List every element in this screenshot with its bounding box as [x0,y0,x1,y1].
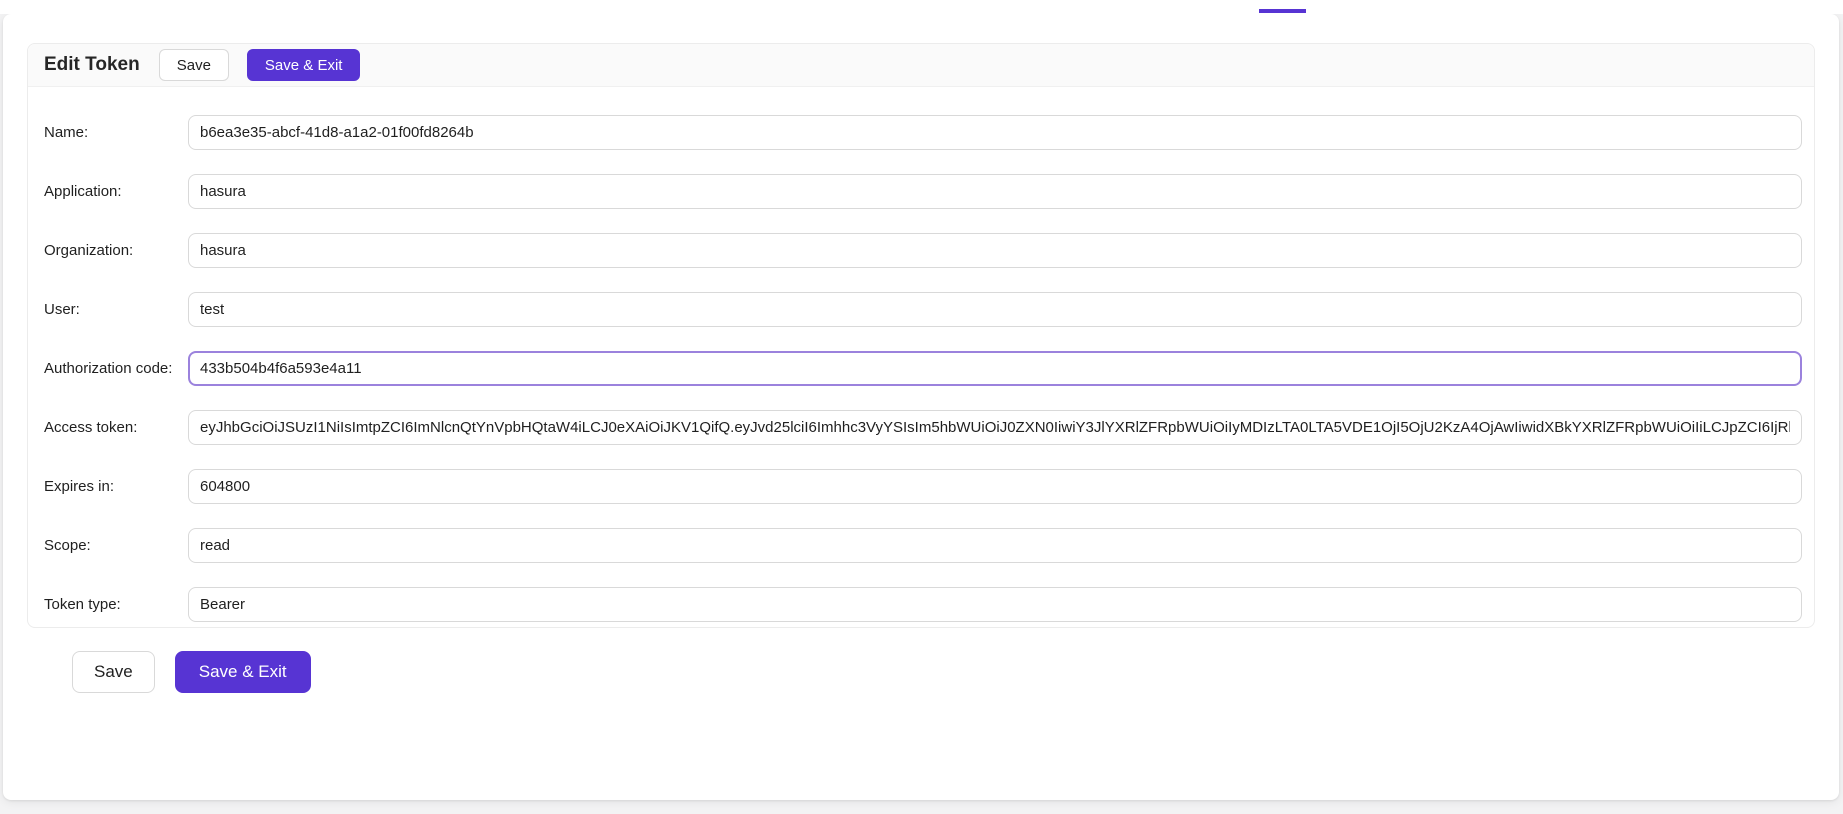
form-row-token-type: Token type: [44,587,1802,622]
form-row-expires-in: Expires in: [44,469,1802,504]
token-type-label: Token type: [44,596,188,613]
scope-input[interactable] [188,528,1802,563]
application-input[interactable] [188,174,1802,209]
organization-label: Organization: [44,242,188,259]
form-row-user: User: [44,292,1802,327]
content-panel: Edit Token Save Save & Exit Name: Applic… [3,14,1839,800]
access-token-input[interactable] [188,410,1802,445]
form-row-access-token: Access token: [44,410,1802,445]
form: Name: Application: Organization: User: A… [28,87,1814,634]
form-row-application: Application: [44,174,1802,209]
authorization-code-label: Authorization code: [44,360,188,377]
form-row-scope: Scope: [44,528,1802,563]
scope-label: Scope: [44,537,188,554]
bottom-actions: Save Save & Exit [72,651,311,693]
user-input[interactable] [188,292,1802,327]
top-nav-bar [0,0,1843,14]
expires-in-label: Expires in: [44,478,188,495]
organization-input[interactable] [188,233,1802,268]
application-label: Application: [44,183,188,200]
card-header: Edit Token Save Save & Exit [28,44,1814,87]
access-token-label: Access token: [44,419,188,436]
bottom-save-button[interactable]: Save [72,651,155,693]
page-title: Edit Token [44,54,140,76]
bottom-save-and-exit-button[interactable]: Save & Exit [175,651,311,693]
name-input[interactable] [188,115,1802,150]
save-and-exit-button[interactable]: Save & Exit [247,49,361,81]
name-label: Name: [44,124,188,141]
active-tab-indicator [1259,9,1306,13]
expires-in-input[interactable] [188,469,1802,504]
authorization-code-input[interactable] [188,351,1802,386]
token-type-input[interactable] [188,587,1802,622]
edit-token-card: Edit Token Save Save & Exit Name: Applic… [27,43,1815,628]
save-button[interactable]: Save [159,49,229,81]
form-row-authorization-code: Authorization code: [44,351,1802,386]
form-row-name: Name: [44,115,1802,150]
form-row-organization: Organization: [44,233,1802,268]
user-label: User: [44,301,188,318]
